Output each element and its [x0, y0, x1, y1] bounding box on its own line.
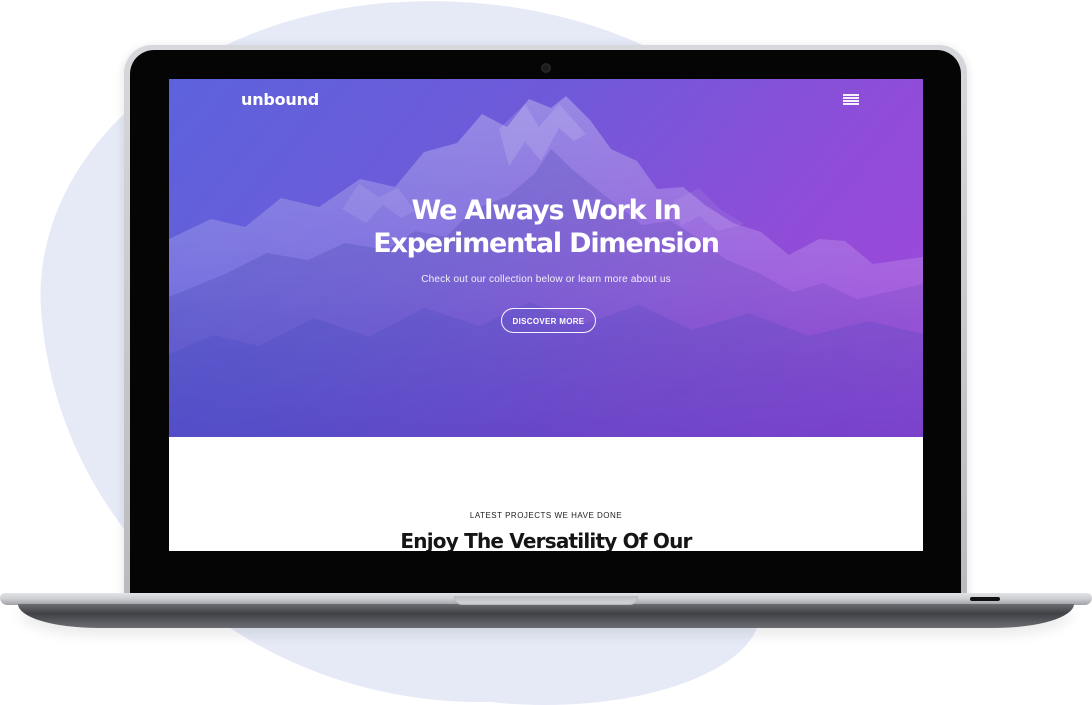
hero-subtitle: Check out our collection below or learn … — [421, 274, 671, 285]
camera-icon — [541, 63, 551, 73]
laptop-base-shadow — [18, 604, 1074, 628]
hero-title-line-1: We Always Work In — [411, 195, 682, 226]
brand-logo[interactable]: unbound — [241, 90, 319, 109]
hero-title-line-2: Experimental Dimension — [373, 228, 720, 259]
top-navbar: unbound — [169, 79, 923, 123]
menu-line — [843, 94, 859, 96]
mockup-stage: unbound We Always Work In Experimental D… — [0, 0, 1092, 705]
hero-content: We Always Work In Experimental Dimension… — [169, 194, 923, 285]
website-screen: unbound We Always Work In Experimental D… — [169, 79, 923, 551]
hero-title: We Always Work In Experimental Dimension — [169, 194, 923, 260]
menu-line — [843, 97, 859, 99]
projects-eyebrow: LATEST PROJECTS WE HAVE DONE — [469, 511, 623, 520]
hero-section: unbound We Always Work In Experimental D… — [169, 79, 923, 437]
projects-title: Enjoy The Versatility Of Our — [400, 529, 692, 551]
power-indicator — [970, 597, 1000, 601]
projects-section: LATEST PROJECTS WE HAVE DONE Enjoy The V… — [169, 437, 923, 551]
menu-line — [843, 103, 859, 105]
laptop-notch — [454, 596, 638, 605]
hamburger-menu-icon[interactable] — [843, 94, 859, 106]
menu-line — [843, 100, 859, 102]
discover-more-button[interactable]: DISCOVER MORE — [501, 308, 596, 333]
